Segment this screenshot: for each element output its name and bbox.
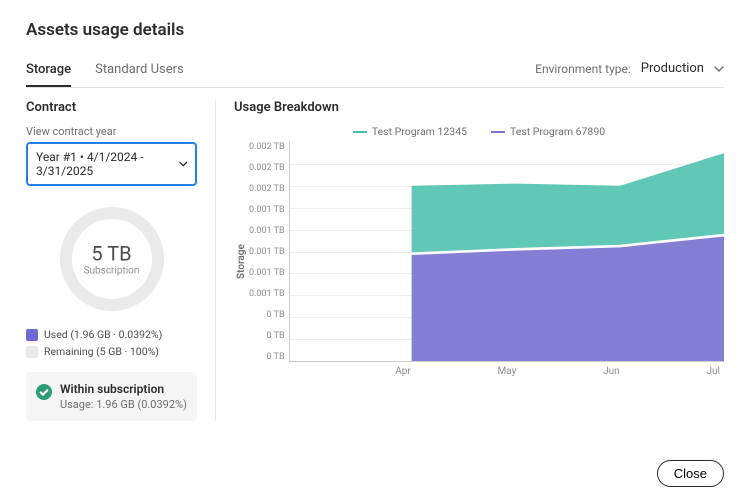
y-tick: 0 TB (249, 352, 285, 362)
contract-panel: Contract View contract year Year #1 • 4/… (26, 100, 216, 421)
status-subtitle: Usage: 1.96 GB (0.0392%) (60, 398, 187, 411)
contract-year-value: Year #1 • 4/1/2024 - 3/31/2025 (36, 150, 179, 178)
y-tick: 0.002 TB (249, 163, 285, 173)
legend-used-label: Used (1.96 GB · 0.0392%) (44, 328, 162, 341)
tab-standard-users[interactable]: Standard Users (95, 56, 184, 87)
chart-legend: Test Program 12345 Test Program 67890 (234, 125, 724, 138)
y-tick: 0 TB (249, 310, 285, 320)
status-box: Within subscription Usage: 1.96 GB (0.03… (26, 372, 197, 421)
area-chart (289, 142, 724, 362)
environment-label: Environment type: (535, 62, 631, 76)
subscription-value: 5 TB (84, 242, 140, 266)
y-axis-label: Storage (234, 142, 249, 382)
tab-storage[interactable]: Storage (26, 56, 71, 87)
chevron-down-icon (179, 159, 188, 169)
breakdown-title: Usage Breakdown (234, 100, 724, 115)
swatch-remaining-icon (26, 346, 38, 358)
page-title: Assets usage details (26, 20, 724, 40)
legend-remaining-label: Remaining (5 GB · 100%) (44, 345, 159, 358)
line-swatch-icon (491, 131, 505, 133)
y-tick: 0.001 TB (249, 247, 285, 257)
contract-title: Contract (26, 100, 197, 115)
y-tick: 0.001 TB (249, 226, 285, 236)
contract-year-select[interactable]: Year #1 • 4/1/2024 - 3/31/2025 (26, 142, 197, 186)
status-title: Within subscription (60, 382, 187, 396)
y-tick: 0.001 TB (249, 268, 285, 278)
x-tick: May (498, 366, 517, 377)
line-swatch-icon (353, 131, 367, 133)
close-button[interactable]: Close (657, 460, 724, 487)
usage-breakdown-panel: Usage Breakdown Test Program 12345 Test … (216, 100, 724, 421)
y-axis-ticks: 0.002 TB 0.002 TB 0.002 TB 0.001 TB 0.00… (249, 142, 289, 362)
x-tick: Jul (707, 366, 720, 377)
y-tick: 0.002 TB (249, 142, 285, 152)
chevron-down-icon (714, 64, 724, 74)
environment-value: Production (641, 61, 704, 76)
y-tick: 0.001 TB (249, 205, 285, 215)
subscription-donut: 5 TB Subscription (57, 204, 167, 314)
legend-series-1: Test Program 12345 (353, 125, 467, 138)
swatch-used-icon (26, 329, 38, 341)
legend-series-2-label: Test Program 67890 (510, 125, 605, 138)
x-axis-ticks: Apr May Jun Jul (289, 366, 724, 377)
x-tick: Apr (395, 366, 411, 377)
contract-year-label: View contract year (26, 125, 197, 138)
y-tick: 0.002 TB (249, 184, 285, 194)
environment-selector[interactable]: Environment type: Production (535, 61, 724, 82)
tab-bar: Storage Standard Users Environment type:… (26, 56, 724, 88)
x-tick: Jun (603, 366, 620, 377)
y-tick: 0.001 TB (249, 289, 285, 299)
legend-used: Used (1.96 GB · 0.0392%) (26, 328, 197, 341)
legend-series-2: Test Program 67890 (491, 125, 605, 138)
y-tick: 0 TB (249, 331, 285, 341)
checkmark-circle-icon (36, 384, 52, 400)
legend-remaining: Remaining (5 GB · 100%) (26, 345, 197, 358)
legend-series-1-label: Test Program 12345 (372, 125, 467, 138)
subscription-label: Subscription (84, 266, 140, 277)
